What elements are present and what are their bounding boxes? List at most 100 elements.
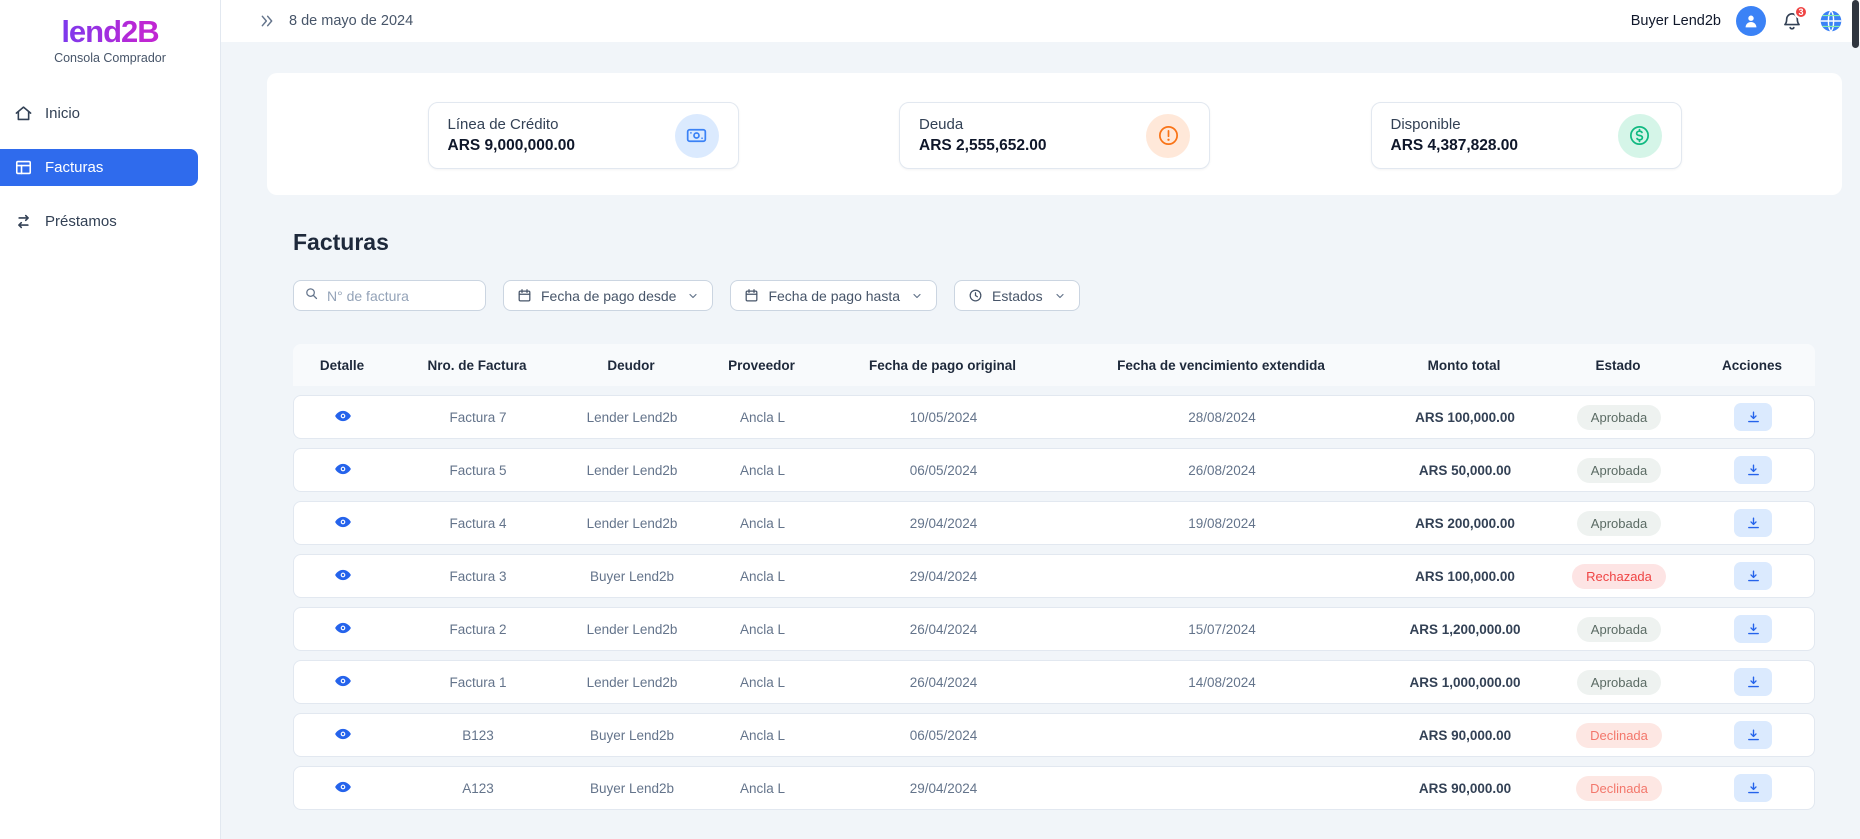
table-row: Factura 4 Lender Lend2b Ancla L 29/04/20… (293, 501, 1815, 545)
table-row: B123 Buyer Lend2b Ancla L 06/05/2024 ARS… (293, 713, 1815, 757)
download-button[interactable] (1734, 509, 1772, 537)
original-pay-date: 29/04/2024 (825, 569, 1062, 584)
download-button[interactable] (1734, 456, 1772, 484)
eye-icon (334, 619, 352, 637)
brand-logo: lend2B (61, 14, 158, 50)
card-text: Línea de Crédito ARS 9,000,000.00 (448, 116, 576, 155)
total-amount: ARS 90,000.00 (1382, 728, 1548, 743)
view-detail-button[interactable] (334, 513, 352, 531)
download-button[interactable] (1734, 721, 1772, 749)
card-text: Disponible ARS 4,387,828.00 (1391, 116, 1519, 155)
home-icon (14, 104, 33, 123)
filters-bar: Fecha de pago desde Fecha de pago hasta (293, 280, 1842, 311)
download-button[interactable] (1734, 562, 1772, 590)
original-pay-date: 29/04/2024 (825, 781, 1062, 796)
debtor-name: Buyer Lend2b (564, 569, 700, 584)
invoice-number: Factura 1 (392, 675, 564, 690)
eye-icon (334, 513, 352, 531)
download-icon (1746, 569, 1761, 584)
search-input[interactable] (327, 288, 475, 304)
debtor-name: Lender Lend2b (564, 410, 700, 425)
download-button[interactable] (1734, 615, 1772, 643)
view-detail-button[interactable] (334, 778, 352, 796)
debtor-name: Buyer Lend2b (564, 781, 700, 796)
original-pay-date: 06/05/2024 (825, 463, 1062, 478)
provider-name: Ancla L (700, 675, 825, 690)
view-detail-button[interactable] (334, 619, 352, 637)
status-badge: Rechazada (1572, 564, 1666, 589)
invoice-number: Factura 5 (392, 463, 564, 478)
invoices-section: Facturas Fecha de pago desde (293, 229, 1842, 810)
app-window: lend2B Consola Comprador Inicio Facturas (0, 0, 1860, 839)
summary-panel: Línea de Crédito ARS 9,000,000.00 Deuda … (267, 73, 1842, 195)
download-icon (1746, 675, 1761, 690)
provider-name: Ancla L (700, 781, 825, 796)
download-icon (1746, 410, 1761, 425)
topbar: 8 de mayo de 2024 Buyer Lend2b 3 (221, 0, 1860, 42)
download-button[interactable] (1734, 668, 1772, 696)
invoice-search (293, 280, 486, 311)
sidebar-item-facturas[interactable]: Facturas (0, 149, 198, 186)
download-button[interactable] (1734, 774, 1772, 802)
provider-name: Ancla L (700, 622, 825, 637)
filter-date-to-button[interactable]: Fecha de pago hasta (730, 280, 937, 311)
debtor-name: Lender Lend2b (564, 675, 700, 690)
column-header: Estado (1547, 358, 1689, 373)
provider-name: Ancla L (700, 463, 825, 478)
chevron-down-icon (911, 290, 923, 302)
original-pay-date: 26/04/2024 (825, 622, 1062, 637)
table-row: Factura 2 Lender Lend2b Ancla L 26/04/20… (293, 607, 1815, 651)
total-amount: ARS 50,000.00 (1382, 463, 1548, 478)
eye-icon (334, 672, 352, 690)
credit-line-card: Línea de Crédito ARS 9,000,000.00 (428, 102, 739, 169)
card-label: Línea de Crédito (448, 116, 576, 133)
invoice-number: Factura 7 (392, 410, 564, 425)
view-detail-button[interactable] (334, 407, 352, 425)
swap-arrows-icon (14, 212, 33, 231)
sidebar: lend2B Consola Comprador Inicio Facturas (0, 0, 221, 839)
coin-icon (1618, 114, 1662, 158)
calendar-icon (744, 288, 759, 303)
view-detail-button[interactable] (334, 672, 352, 690)
main-area: 8 de mayo de 2024 Buyer Lend2b 3 (221, 0, 1860, 839)
column-header: Deudor (563, 358, 699, 373)
extended-due-date: 15/07/2024 (1062, 622, 1382, 637)
provider-name: Ancla L (700, 410, 825, 425)
view-detail-button[interactable] (334, 725, 352, 743)
column-header: Fecha de pago original (824, 358, 1061, 373)
sidebar-item-prestamos[interactable]: Préstamos (0, 203, 198, 240)
user-name: Buyer Lend2b (1631, 13, 1721, 29)
column-header: Fecha de vencimiento extendida (1061, 358, 1381, 373)
debtor-name: Lender Lend2b (564, 622, 700, 637)
vertical-scrollbar[interactable] (1852, 0, 1859, 48)
table-row: A123 Buyer Lend2b Ancla L 29/04/2024 ARS… (293, 766, 1815, 810)
language-globe-icon[interactable] (1818, 8, 1844, 34)
available-card: Disponible ARS 4,387,828.00 (1371, 102, 1682, 169)
view-detail-button[interactable] (334, 566, 352, 584)
user-avatar[interactable] (1736, 6, 1766, 36)
view-detail-button[interactable] (334, 460, 352, 478)
current-date: 8 de mayo de 2024 (289, 13, 413, 29)
sidebar-item-inicio[interactable]: Inicio (0, 95, 198, 132)
debtor-name: Lender Lend2b (564, 516, 700, 531)
status-badge: Aprobada (1577, 617, 1661, 642)
provider-name: Ancla L (700, 728, 825, 743)
card-value: ARS 2,555,652.00 (919, 137, 1047, 155)
original-pay-date: 06/05/2024 (825, 728, 1062, 743)
original-pay-date: 10/05/2024 (825, 410, 1062, 425)
card-value: ARS 4,387,828.00 (1391, 137, 1519, 155)
alert-icon (1146, 114, 1190, 158)
collapse-sidebar-icon[interactable] (259, 13, 275, 29)
status-badge: Declinada (1576, 723, 1662, 748)
filter-date-from-button[interactable]: Fecha de pago desde (503, 280, 713, 311)
download-button[interactable] (1734, 403, 1772, 431)
filter-states-button[interactable]: Estados (954, 280, 1080, 311)
invoice-number: Factura 2 (392, 622, 564, 637)
notifications-button[interactable]: 3 (1781, 10, 1803, 32)
brand-block: lend2B Consola Comprador (0, 0, 220, 65)
download-icon (1746, 622, 1761, 637)
sidebar-item-label: Préstamos (45, 213, 117, 230)
column-header: Nro. de Factura (391, 358, 563, 373)
total-amount: ARS 100,000.00 (1382, 410, 1548, 425)
original-pay-date: 26/04/2024 (825, 675, 1062, 690)
